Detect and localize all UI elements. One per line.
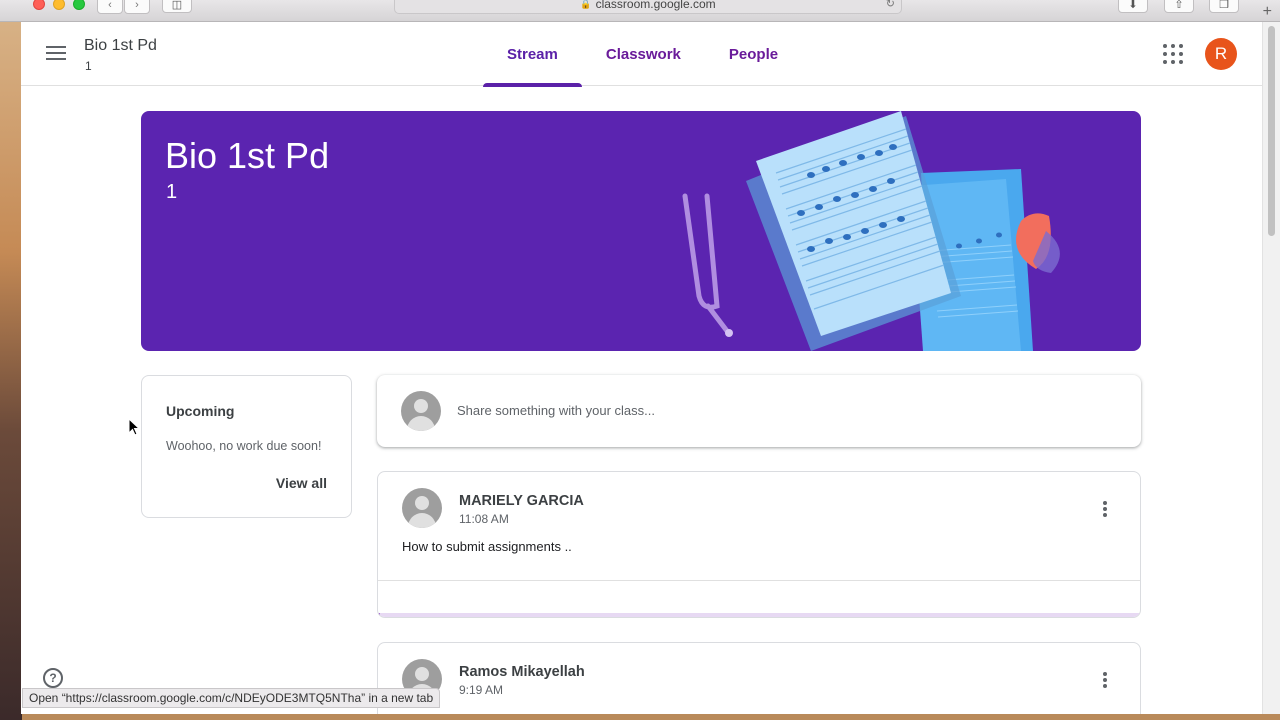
post-body: How to submit assignments .. xyxy=(402,539,572,554)
app-bar: Bio 1st Pd 1 Stream Classwork People R xyxy=(21,22,1262,87)
share-button[interactable]: ⇧ xyxy=(1164,0,1194,13)
forward-button[interactable]: › xyxy=(124,0,150,14)
download-icon: ⬇ xyxy=(1128,0,1138,11)
reload-icon[interactable]: ↻ xyxy=(886,0,895,10)
post-author: Ramos Mikayellah xyxy=(459,664,585,680)
new-tab-button[interactable]: + xyxy=(1263,3,1272,21)
tabs-icon: ❐ xyxy=(1219,0,1229,11)
chevron-right-icon: › xyxy=(135,0,139,11)
lock-icon: 🔒 xyxy=(580,0,592,9)
account-avatar[interactable]: R xyxy=(1205,38,1237,70)
upcoming-card: Upcoming Woohoo, no work due soon! View … xyxy=(141,375,352,518)
upcoming-message: Woohoo, no work due soon! xyxy=(166,439,322,453)
downloads-button[interactable]: ⬇ xyxy=(1118,0,1148,13)
back-button[interactable]: ‹ xyxy=(97,0,123,14)
sidebar-toggle-button[interactable]: ◫ xyxy=(162,0,192,13)
post-time: 9:19 AM xyxy=(459,683,504,697)
more-vert-icon[interactable] xyxy=(1103,672,1107,688)
zoom-window-button[interactable] xyxy=(73,0,85,10)
tab-bar: Stream Classwork People xyxy=(483,22,802,87)
music-illustration xyxy=(682,111,1060,351)
browser-toolbar: ‹ › ◫ 🔒 classroom.google.com ↻ ⬇ ⇧ ❐ + xyxy=(0,0,1280,22)
sidebar-icon: ◫ xyxy=(171,0,183,11)
share-box[interactable]: Share something with your class... xyxy=(377,375,1141,447)
classroom-page: Bio 1st Pd 1 Stream Classwork People R B… xyxy=(21,22,1262,714)
desktop-wallpaper xyxy=(0,0,22,720)
upcoming-title: Upcoming xyxy=(166,403,235,419)
stream-post[interactable]: Ramos Mikayellah 9:19 AM xyxy=(377,642,1141,714)
author-avatar xyxy=(402,488,442,528)
stream-post[interactable]: MARIELY GARCIA 11:08 AM How to submit as… xyxy=(377,471,1141,618)
banner-section: 1 xyxy=(166,181,178,203)
tab-people[interactable]: People xyxy=(705,22,802,86)
header-class-name[interactable]: Bio 1st Pd xyxy=(84,37,157,55)
close-window-button[interactable] xyxy=(33,0,45,10)
banner-title[interactable]: Bio 1st Pd xyxy=(165,135,329,177)
class-banner: Bio 1st Pd 1 xyxy=(141,111,1141,351)
share-icon: ⇧ xyxy=(1174,0,1184,11)
tab-classwork[interactable]: Classwork xyxy=(582,22,705,86)
post-divider xyxy=(378,580,1140,581)
share-input[interactable]: Share something with your class... xyxy=(457,403,655,418)
address-bar[interactable]: 🔒 classroom.google.com ↻ xyxy=(394,0,902,14)
link-status-tooltip: Open “https://classroom.google.com/c/NDE… xyxy=(22,688,441,708)
view-all-button[interactable]: View all xyxy=(276,475,327,491)
scrollbar-thumb[interactable] xyxy=(1268,26,1275,236)
header-class-section: 1 xyxy=(85,59,92,73)
chevron-left-icon: ‹ xyxy=(108,0,112,11)
post-author: MARIELY GARCIA xyxy=(459,493,584,509)
loading-bar xyxy=(378,613,1140,617)
user-avatar xyxy=(401,391,441,431)
help-icon[interactable]: ? xyxy=(43,668,63,688)
mouse-cursor-icon xyxy=(128,418,140,436)
url-text: classroom.google.com xyxy=(595,0,716,11)
tab-stream[interactable]: Stream xyxy=(483,22,582,87)
apps-grid-icon[interactable] xyxy=(1163,44,1183,64)
menu-icon[interactable] xyxy=(46,46,66,62)
post-time: 11:08 AM xyxy=(459,512,509,526)
tabs-overview-button[interactable]: ❐ xyxy=(1209,0,1239,13)
more-vert-icon[interactable] xyxy=(1103,501,1107,517)
page-scrollbar[interactable] xyxy=(1262,22,1280,714)
minimize-window-button[interactable] xyxy=(53,0,65,10)
